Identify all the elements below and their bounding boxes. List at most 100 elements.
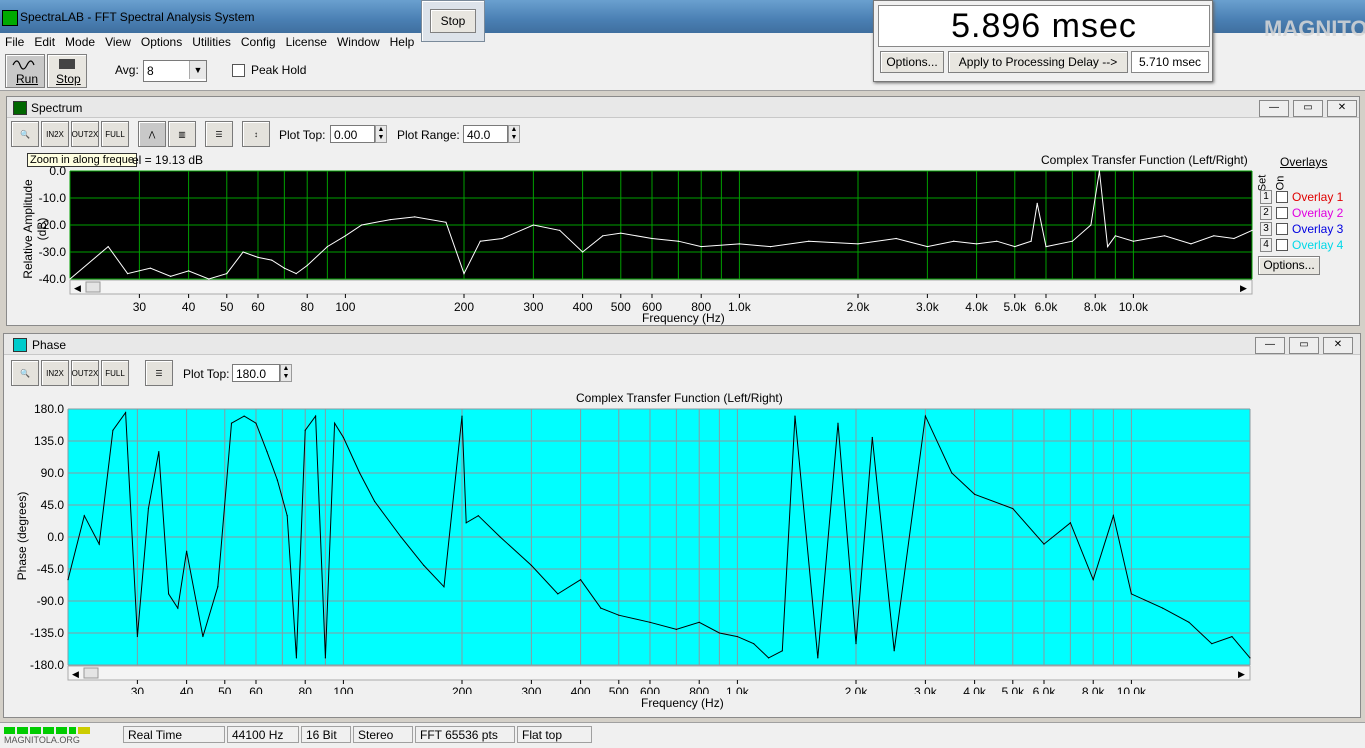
data-point: [69, 278, 71, 280]
phase-plot-top-input[interactable]: 180.0: [232, 364, 280, 382]
maximize-button[interactable]: ▭: [1293, 100, 1323, 117]
overlay-checkbox[interactable]: [1276, 207, 1288, 219]
spectrum-panel: Spectrum — ▭ ✕ 🔍 IN2X OUT2X FULL ⋀ ▥ ☰ ↕…: [6, 96, 1360, 326]
data-point: [1036, 202, 1038, 204]
phase-zoom-icon[interactable]: 🔍: [11, 360, 39, 386]
phase-zoom-in-2x-icon[interactable]: IN2X: [41, 360, 69, 386]
data-point: [1231, 635, 1233, 638]
overlay-checkbox[interactable]: [1276, 223, 1288, 235]
x-tick-label: 500: [611, 300, 631, 313]
data-point: [83, 515, 85, 517]
run-button[interactable]: Run: [5, 54, 45, 88]
data-point: [837, 422, 839, 424]
scroll-left-icon[interactable]: ◀: [74, 283, 81, 293]
autoscale-icon[interactable]: ↕: [242, 121, 270, 147]
data-point: [477, 515, 479, 517]
scroll-thumb[interactable]: [85, 281, 101, 293]
stop-popup-button[interactable]: Stop: [430, 9, 476, 33]
delay-readout: 5.896 msec: [878, 5, 1210, 47]
plot-range-input[interactable]: 40.0: [463, 125, 508, 143]
data-point: [463, 273, 465, 275]
menu-view[interactable]: View: [100, 33, 136, 51]
minimize-button[interactable]: —: [1259, 100, 1289, 117]
menu-help[interactable]: Help: [385, 33, 420, 51]
data-point: [1112, 515, 1114, 517]
data-point: [600, 607, 602, 609]
zoom-in-2x-icon[interactable]: IN2X: [41, 121, 69, 147]
data-point: [255, 422, 257, 424]
data-point: [530, 564, 532, 567]
x-tick-label: 3.0k: [916, 300, 940, 313]
overlay-options-button[interactable]: Options...: [1258, 256, 1320, 275]
horizontal-scrollbar[interactable]: [67, 665, 1251, 681]
avg-select[interactable]: 8 ▼: [143, 60, 207, 82]
bar-mode-icon[interactable]: ▥: [168, 121, 196, 147]
delay-options-button[interactable]: Options...: [880, 51, 944, 73]
phase-minimize-button[interactable]: —: [1255, 337, 1285, 354]
menu-file[interactable]: File: [0, 33, 29, 51]
phase-plot-top-spinner[interactable]: ▲ ▼: [280, 364, 292, 382]
phase-close-button[interactable]: ✕: [1323, 337, 1353, 354]
data-point: [1163, 235, 1166, 237]
logo-watermark: MAGNITOLA: [1264, 16, 1365, 41]
menu-config[interactable]: Config: [236, 33, 281, 51]
phase-xlabel: Frequency (Hz): [641, 696, 724, 710]
x-tick-label: 8.0k: [1084, 300, 1108, 313]
status-sample-rate: 44100 Hz: [227, 726, 299, 743]
menu-mode[interactable]: Mode: [60, 33, 100, 51]
delay-value-field[interactable]: 5.710 msec: [1131, 51, 1209, 73]
overlay-checkbox[interactable]: [1276, 239, 1288, 251]
close-button[interactable]: ✕: [1327, 100, 1357, 117]
menu-window[interactable]: Window: [332, 33, 385, 51]
scroll-right-icon[interactable]: ▶: [1240, 283, 1247, 293]
data-point: [257, 256, 259, 258]
scroll-right-icon[interactable]: ▶: [1238, 669, 1245, 679]
peak-hold-checkbox[interactable]: [232, 64, 245, 77]
plot-top-spinner[interactable]: ▲ ▼: [375, 125, 387, 143]
data-point: [202, 635, 204, 638]
data-point: [226, 273, 228, 275]
menu-options[interactable]: Options: [136, 33, 187, 51]
phase-maximize-button[interactable]: ▭: [1289, 337, 1319, 354]
zoom-out-full-icon[interactable]: FULL: [101, 121, 129, 147]
overlay-set-button[interactable]: 3: [1260, 222, 1272, 236]
menu-license[interactable]: License: [281, 33, 332, 51]
phase-chart[interactable]: 180.0 135.0 90.0 45.0 0.0 -45.0 -90.0 -135.0 -18…: [4, 404, 1264, 694]
overlay-set-button[interactable]: 1: [1260, 190, 1272, 204]
data-point: [326, 246, 328, 248]
plot-top-input[interactable]: 0.00: [330, 125, 375, 143]
x-tick-label: 300: [521, 685, 541, 694]
scroll-thumb[interactable]: [83, 667, 99, 679]
menu-edit[interactable]: Edit: [29, 33, 60, 51]
plot-range-spinner[interactable]: ▲ ▼: [508, 125, 520, 143]
menu-utilities[interactable]: Utilities: [187, 33, 236, 51]
overlay-set-button[interactable]: 4: [1260, 238, 1272, 252]
line-mode-icon[interactable]: ⋀: [138, 121, 166, 147]
properties-icon[interactable]: ☰: [205, 121, 233, 147]
apply-delay-button[interactable]: Apply to Processing Delay -->: [948, 51, 1128, 73]
spectrum-chart[interactable]: 0.0 -10.0 -20.0 -30.0 -40.0 ◀ ▶ 30 40 50 60 80 100 20…: [7, 167, 1257, 313]
phase-zoom-out-2x-icon[interactable]: OUT2X: [71, 360, 99, 386]
y-tick-label: -40.0: [39, 272, 67, 286]
data-point: [1106, 246, 1109, 248]
data-point: [167, 593, 170, 595]
chevron-down-icon[interactable]: ▼: [189, 61, 206, 79]
zoom-icon[interactable]: 🔍: [11, 121, 39, 147]
data-point: [359, 472, 361, 474]
scroll-left-icon[interactable]: ◀: [72, 669, 79, 679]
phase-title: Phase: [32, 338, 67, 352]
phase-chart-title: Complex Transfer Function (Left/Right): [576, 391, 783, 405]
phase-properties-icon[interactable]: ☰: [145, 360, 173, 386]
overlay-set-button[interactable]: 2: [1260, 206, 1272, 220]
data-point: [895, 237, 897, 240]
horizontal-scrollbar[interactable]: [69, 279, 1253, 295]
overlay-checkbox[interactable]: [1276, 191, 1288, 203]
x-tick-label: 100: [335, 300, 355, 313]
zoom-out-2x-icon[interactable]: OUT2X: [71, 121, 99, 147]
data-point: [974, 493, 976, 495]
x-tick-label: 40: [180, 685, 194, 694]
overlay-label: Overlay 3: [1292, 222, 1344, 236]
stop-button[interactable]: Stop: [47, 54, 87, 88]
app-icon: [2, 10, 18, 26]
phase-zoom-out-full-icon[interactable]: FULL: [101, 360, 129, 386]
